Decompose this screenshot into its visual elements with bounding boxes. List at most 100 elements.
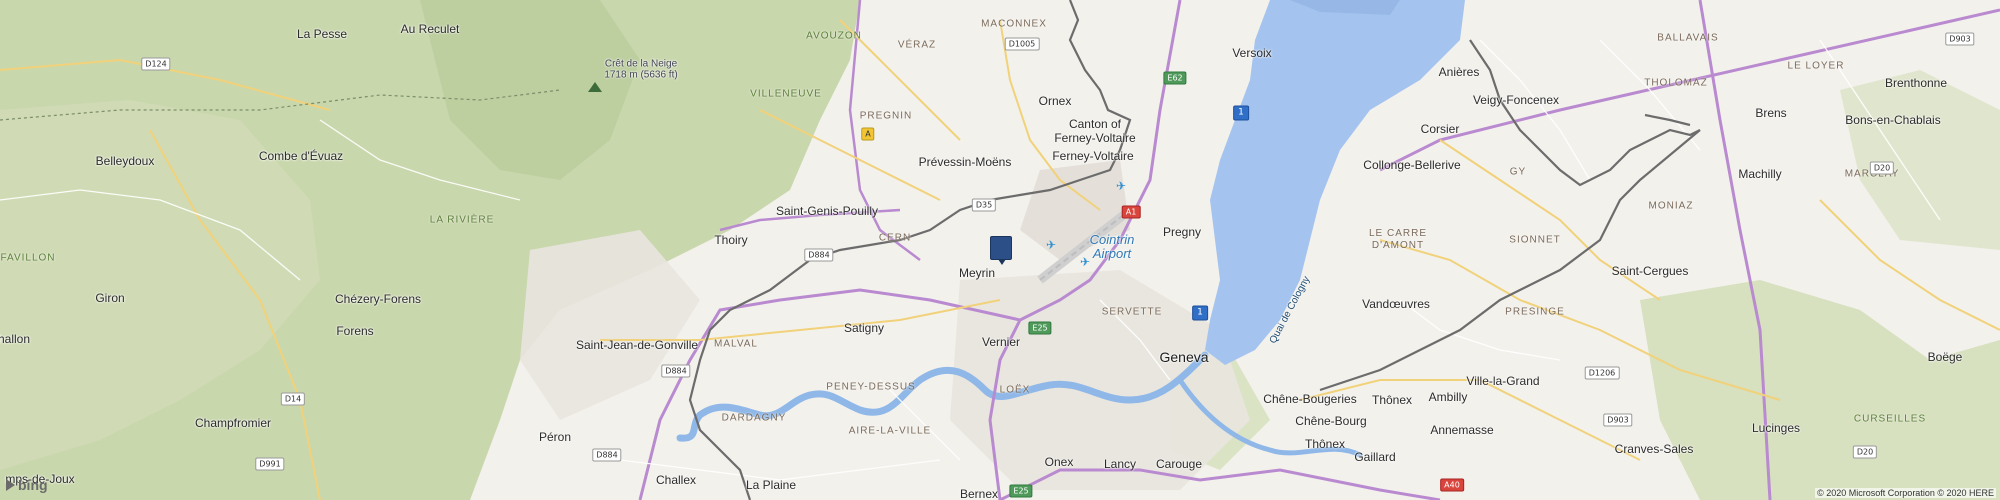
road-shield-d903-1: D903 [1945,32,1975,46]
district-servette: SERVETTE [1101,306,1163,318]
district-avouzon: AVOUZON [806,30,862,42]
road-shield-d14: D14 [280,392,306,406]
place-brens: Brens [1755,106,1787,120]
play-icon [6,479,15,491]
bing-logo[interactable]: bing [6,477,48,493]
place-onex: Onex [1044,455,1074,469]
place-chezery-forens: Chézery-Forens [334,292,422,306]
district-veraz: VÉRAZ [897,39,937,51]
place-satigny: Satigny [843,321,885,335]
place-carouge: Carouge [1155,457,1203,471]
copyright-notice: © 2020 Microsoft Corporation © 2020 HERE [1815,488,1996,498]
place-vandoeuvres: Vandœuvres [1362,297,1430,311]
airplane-icon: ✈ [1045,238,1057,252]
route-shield-1-south: 1 [1192,305,1208,321]
place-ville-la-grand: Ville-la-Grand [1466,374,1540,388]
district-dardagny: DARDAGNY [721,412,787,424]
place-pregny: Pregny [1162,225,1202,239]
route-shield-1-north: 1 [1233,105,1249,121]
road-shield-e25-1: E25 [1028,321,1052,335]
place-saint-cergues: Saint-Cergues [1611,264,1689,278]
road-shield-d1206: D1206 [1584,366,1620,380]
place-ornex: Ornex [1038,94,1072,108]
district-curseilles: CURSEILLES [1853,413,1927,425]
place-saint-jean-de-gonville: Saint-Jean-de-Gonville [575,338,699,352]
place-combe-devuaz: Combe d'Évuaz [258,149,344,163]
place-ferney-voltaire: Ferney-Voltaire [1052,149,1134,163]
place-machilly: Machilly [1738,167,1782,181]
place-lancy: Lancy [1103,457,1137,471]
district-villeneuve: VILLENEUVE [750,88,822,100]
place-geneva: Geneva [1159,349,1209,365]
airport-name: Cointrin Airport [1089,232,1135,261]
place-chene-bourg: Chêne-Bourg [1295,414,1367,428]
place-bernex: Bernex [959,487,999,500]
airplane-icon-3: ✈ [1079,255,1091,269]
district-peney-dessus: PENEY-DESSUS [826,381,916,393]
place-la-plaine: La Plaine [745,478,797,492]
place-collonge-bellerive: Collonge-Bellerive [1363,158,1461,172]
place-vernier: Vernier [981,335,1021,349]
district-ballavais: BALLAVAIS [1657,32,1719,44]
place-corsier: Corsier [1420,122,1460,136]
road-shield-e62: E62 [1163,71,1187,85]
place-ambilly: Ambilly [1428,390,1468,404]
district-gy: GY [1509,166,1527,178]
district-la-riviere: LA RIVIÈRE [429,214,495,226]
district-pregnin: PREGNIN [859,110,913,122]
map-canvas[interactable]: La Pesse Au Reculet Belleydoux Combe d'É… [0,0,2000,500]
district-le-carre-damont: LE CARRE D'AMONT [1368,228,1428,251]
district-le-loyer: LE LOYER [1787,60,1845,72]
place-cranves-sales: Cranves-Sales [1614,442,1694,456]
road-shield-d20-2: D20 [1852,445,1878,459]
place-peron: Péron [538,430,572,444]
road-shield-d884-1: D884 [804,248,834,262]
road-shield-e25-2: E25 [1009,484,1033,498]
place-saint-genis-pouilly: Saint-Genis-Pouilly [775,204,879,218]
district-presinge: PRESINGE [1505,306,1565,318]
road-shield-d35: D35 [971,198,997,212]
road-shield-d1005: D1005 [1004,37,1040,51]
place-veigy-foncenex: Veigy-Foncenex [1472,93,1560,107]
road-shield-a: A [861,127,875,141]
place-challex: Challex [655,473,697,487]
place-canton-ferney-voltaire: Canton of Ferney-Voltaire [1054,117,1136,145]
place-thonex: Thônex [1304,437,1346,451]
airplane-icon-2: ✈ [1115,179,1127,193]
road-shield-d20-1: D20 [1869,161,1895,175]
peak-name: Crêt de la Neige [604,58,678,70]
road-shield-d124: D124 [141,57,171,71]
place-au-reculet: Au Reculet [400,22,460,36]
place-prevessin-moens: Prévessin-Moëns [918,155,1012,169]
district-moniaz: MONIAZ [1648,200,1694,212]
location-pin[interactable] [990,236,1012,265]
place-hallon: hallon [0,332,31,346]
place-giron: Giron [95,291,125,305]
place-thoiry: Thoiry [714,233,748,247]
place-anieres: Anières [1438,65,1480,79]
place-gaillard: Gaillard [1354,450,1396,464]
district-maconnex: MACONNEX [981,18,1047,30]
road-shield-d884-2: D884 [661,364,691,378]
district-tholomaz: THOLOMAZ [1644,77,1708,89]
district-malval: MALVAL [714,338,758,350]
district-sionnet: SIONNET [1509,234,1561,246]
place-meyrin: Meyrin [958,266,996,280]
district-aire-la-ville: AIRE-LA-VILLE [848,425,932,437]
place-boege: Boëge [1927,350,1963,364]
place-annemasse: Annemasse [1430,423,1494,437]
place-forens: Forens [336,324,374,338]
road-shield-d903-2: D903 [1603,413,1633,427]
road-shield-a40: A40 [1440,478,1464,492]
district-favillon: FAVILLON [0,252,56,264]
place-belleydoux: Belleydoux [95,154,155,168]
road-shield-d991: D991 [255,457,285,471]
place-versoix: Versoix [1232,46,1272,60]
place-champfromier: Champfromier [194,416,272,430]
peak-elevation: 1718 m (5636 ft) [604,69,678,81]
district-cern: CERN [878,232,912,244]
district-loex: LOËX [999,384,1031,396]
place-lucinges: Lucinges [1751,421,1801,435]
place-thonex-east: Thônex [1371,393,1413,407]
road-shield-d884-3: D884 [592,448,622,462]
